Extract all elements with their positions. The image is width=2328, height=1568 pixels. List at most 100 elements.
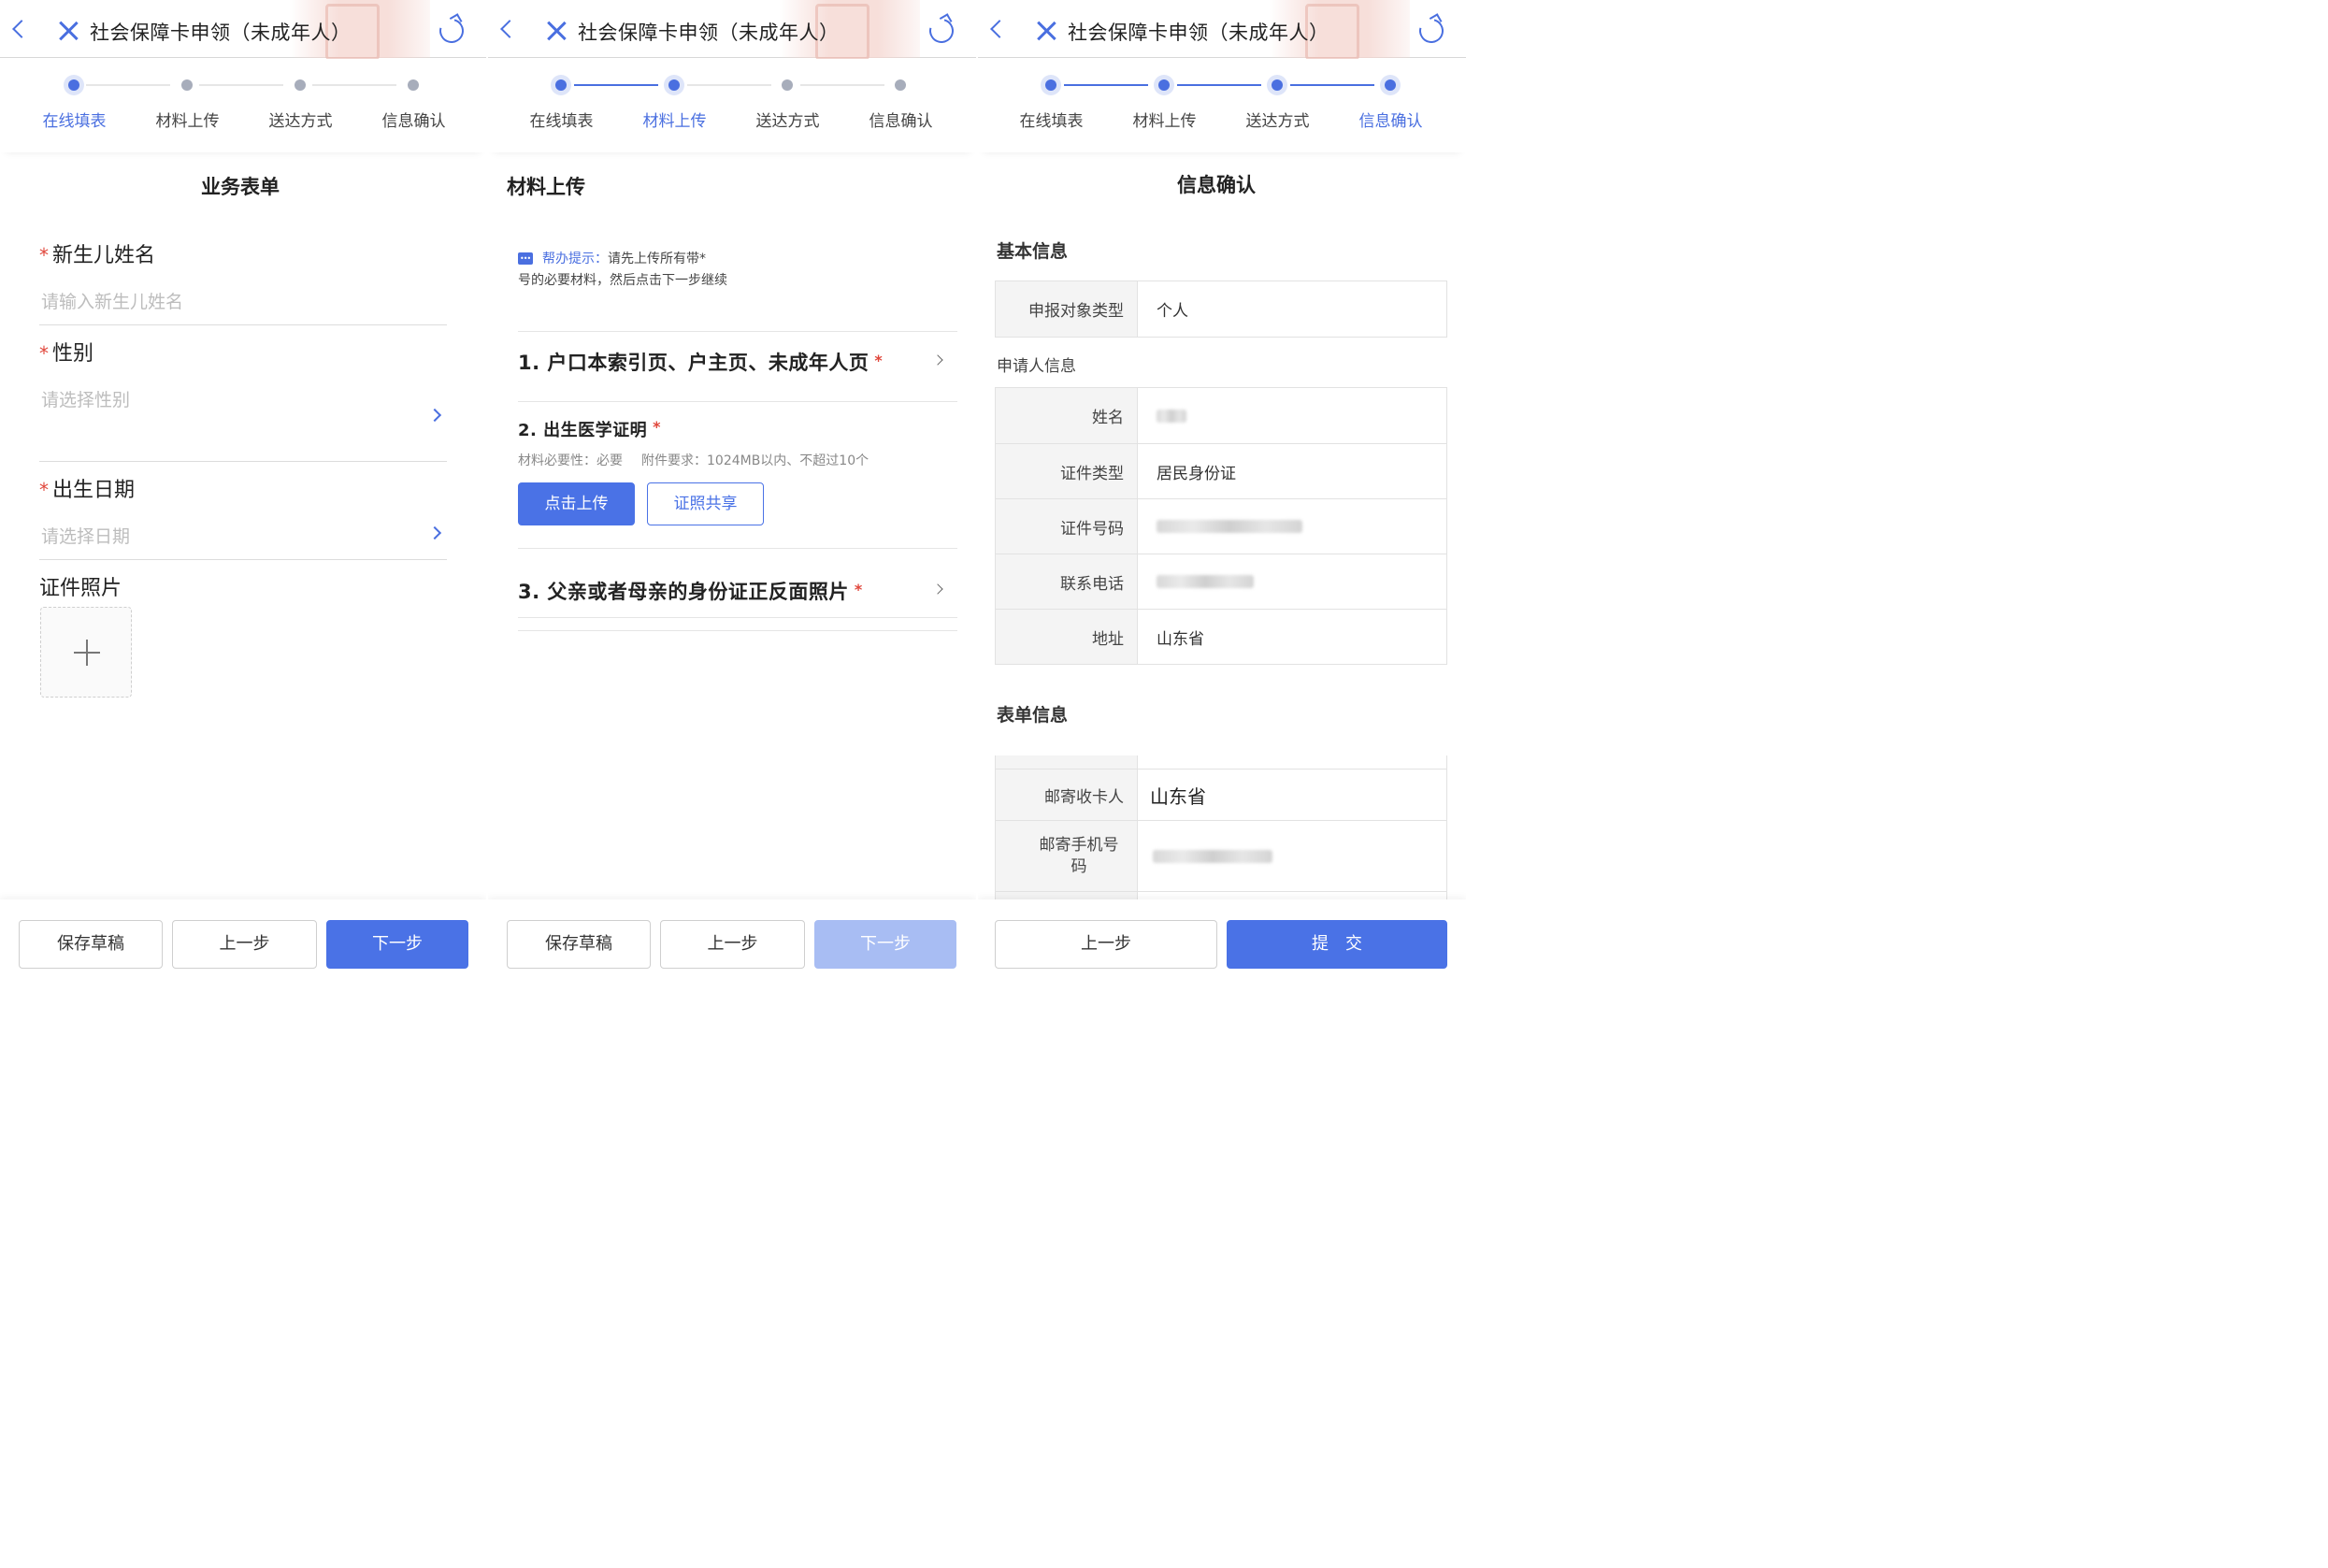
gender-label: * 性别 [39, 342, 94, 366]
table-row: 地址 山东省 [996, 609, 1446, 664]
chevron-right-icon[interactable] [932, 354, 943, 366]
refresh-icon[interactable] [925, 14, 958, 48]
license-share-button[interactable]: 证照共享 [647, 482, 764, 525]
step-dot [1385, 79, 1396, 91]
tip-text: 请先上传所有带* [608, 252, 706, 266]
row-value [1153, 821, 1272, 891]
required-mark: * [39, 479, 49, 501]
step-dot [668, 79, 680, 91]
row-key: 证件类型 [996, 444, 1138, 498]
next-step-button[interactable]: 下一步 [814, 920, 956, 969]
table-row: 证件类型 居民身份证 [996, 443, 1446, 498]
divider [39, 461, 447, 462]
blurred-value [1153, 849, 1272, 863]
section-title: 业务表单 [201, 176, 280, 198]
section-title: 信息确认 [1177, 174, 1256, 196]
back-icon[interactable] [12, 20, 31, 38]
step-label: 材料上传 [155, 112, 220, 131]
chevron-right-icon[interactable] [427, 525, 442, 540]
step-dot [1045, 79, 1056, 91]
row-key: 邮寄收卡人 [996, 770, 1138, 820]
screen-info-confirm: 社会保障卡申领（未成年人） 在线填表 材料上传 送达方式 信息确认 信息确认 基… [978, 0, 1466, 987]
step-connector [1064, 84, 1148, 86]
divider [518, 401, 957, 402]
prev-step-button[interactable]: 上一步 [172, 920, 317, 969]
page-title: 社会保障卡申领（未成年人） [578, 22, 840, 44]
row-key: 申报对象类型 [996, 281, 1138, 337]
step-dot [408, 79, 419, 91]
refresh-icon[interactable] [435, 14, 468, 48]
material-item-parent-id[interactable]: 3. 父亲或者母亲的身份证正反面照片 * [518, 577, 863, 605]
step-connector [687, 84, 771, 86]
step-connector [800, 84, 884, 86]
stepper: 在线填表 材料上传 送达方式 信息确认 [488, 59, 976, 152]
row-key: 姓名 [996, 388, 1138, 443]
row-value: 个人 [1157, 302, 1188, 321]
stepper: 在线填表 材料上传 送达方式 信息确认 [978, 59, 1466, 152]
row-key: 邮寄手机号码 [996, 821, 1138, 891]
material-item-birth-certificate: 2. 出生医学证明 * [518, 418, 662, 440]
save-draft-button[interactable]: 保存草稿 [507, 920, 651, 969]
submit-button[interactable]: 提 交 [1227, 920, 1447, 969]
prev-step-button[interactable]: 上一步 [995, 920, 1217, 969]
applicant-info-table: 姓名 证件类型 居民身份证 证件号码 联系电话 地址 山东省 [995, 387, 1447, 665]
table-row: 申报对象类型 个人 [996, 281, 1446, 337]
tip-text-continued: 号的必要材料，然后点击下一步继续 [518, 273, 727, 288]
blurred-value [1157, 409, 1186, 423]
table-row: 联系电话 [996, 554, 1446, 609]
close-icon[interactable] [1036, 21, 1056, 41]
divider [39, 559, 447, 560]
step-dot [782, 79, 793, 91]
step-dot [295, 79, 306, 91]
close-icon[interactable] [546, 21, 567, 41]
upload-button[interactable]: 点击上传 [518, 482, 635, 525]
step-dot [895, 79, 906, 91]
page-title: 社会保障卡申领（未成年人） [90, 22, 352, 44]
step-connector [574, 84, 658, 86]
row-value [1157, 554, 1254, 609]
chevron-right-icon[interactable] [932, 583, 943, 595]
step-label: 在线填表 [529, 112, 594, 131]
step-connector [1290, 84, 1374, 86]
step-label: 信息确认 [1358, 112, 1423, 131]
save-draft-button[interactable]: 保存草稿 [19, 920, 163, 969]
refresh-icon[interactable] [1415, 14, 1448, 48]
bottom-action-bar: 保存草稿 上一步 下一步 [0, 899, 486, 987]
bottom-action-bar: 保存草稿 上一步 下一步 [488, 899, 976, 987]
newborn-name-label: * 新生儿姓名 [39, 244, 156, 267]
newborn-name-input[interactable]: 请输入新生儿姓名 [41, 288, 183, 313]
back-icon[interactable] [990, 20, 1009, 38]
prev-step-button[interactable]: 上一步 [660, 920, 805, 969]
divider [39, 324, 447, 325]
divider [518, 630, 957, 631]
required-mark: * [39, 244, 49, 266]
birth-date-select[interactable]: 请选择日期 [41, 523, 130, 548]
section-title: 材料上传 [507, 176, 585, 198]
step-label: 送达方式 [1245, 112, 1310, 131]
divider [518, 331, 957, 332]
row-value: 山东省 [1157, 629, 1204, 649]
close-icon[interactable] [58, 21, 79, 41]
step-dot [555, 79, 567, 91]
applicant-info-title: 申请人信息 [997, 357, 1076, 376]
chevron-right-icon[interactable] [427, 408, 442, 423]
step-connector [199, 84, 283, 86]
step-label: 材料上传 [642, 112, 707, 131]
required-mark: * [39, 342, 49, 365]
app-header: 社会保障卡申领（未成年人） [488, 0, 976, 60]
material-item-household-register[interactable]: 1. 户口本索引页、户主页、未成年人页 * [518, 348, 883, 376]
step-connector [86, 84, 170, 86]
material-requirements: 材料必要性：必要 附件要求：1024MB以内、不超过10个 [518, 453, 869, 468]
app-header: 社会保障卡申领（未成年人） [0, 0, 486, 60]
gender-select[interactable]: 请选择性别 [41, 386, 130, 411]
photo-upload-button[interactable] [40, 607, 132, 698]
row-value [1157, 499, 1302, 554]
id-photo-label: 证件照片 [39, 577, 122, 600]
blurred-value [1157, 575, 1254, 588]
next-step-button[interactable]: 下一步 [326, 920, 468, 969]
step-label: 在线填表 [1019, 112, 1084, 131]
step-label: 信息确认 [869, 112, 933, 131]
table-row: 姓名 [996, 388, 1446, 443]
basic-info-table: 申报对象类型 个人 [995, 281, 1447, 338]
back-icon[interactable] [500, 20, 519, 38]
